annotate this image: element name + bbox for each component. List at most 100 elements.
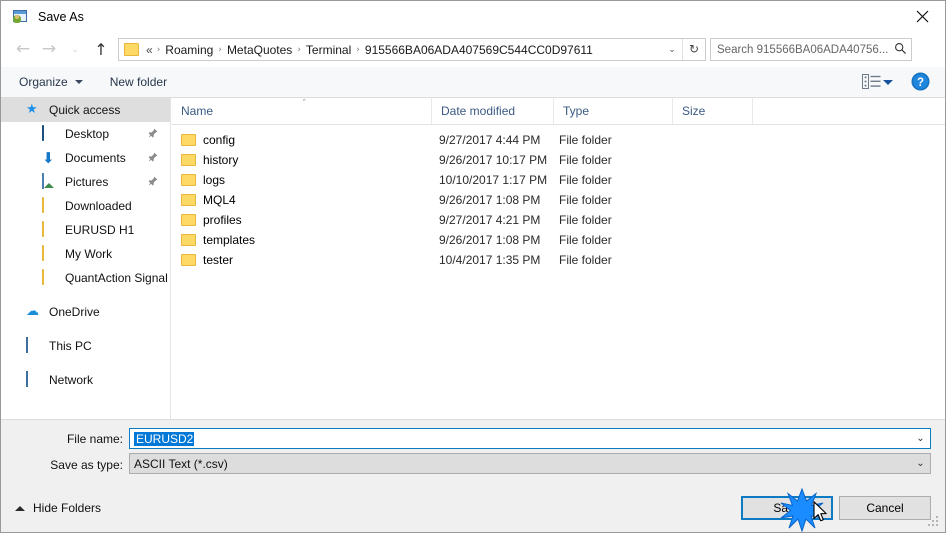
type-cell: File folder <box>559 213 612 227</box>
breadcrumb-item-terminal[interactable]: Terminal <box>303 43 354 57</box>
address-dropdown-icon[interactable]: ⌄ <box>662 45 682 55</box>
view-layout-icon[interactable] <box>862 73 881 92</box>
chevron-down-icon[interactable]: ⌄ <box>911 433 930 444</box>
date-modified-cell: 9/27/2017 4:44 PM <box>439 133 541 147</box>
folder-icon <box>181 194 196 206</box>
sidebar-item-label: My Work <box>65 247 113 261</box>
close-icon[interactable] <box>899 1 945 32</box>
file-name-cell: tester <box>181 253 233 267</box>
sidebar-item-label: OneDrive <box>49 305 100 319</box>
sidebar-item-pictures[interactable]: Pictures <box>1 170 170 194</box>
breadcrumb-separator-icon: › <box>356 44 360 55</box>
folder-icon <box>181 154 196 166</box>
table-row[interactable]: MQL4 9/26/2017 1:08 PM File folder <box>172 190 945 210</box>
table-row[interactable]: tester 10/4/2017 1:35 PM File folder <box>172 250 945 270</box>
breadcrumb-overflow[interactable]: « <box>143 43 155 57</box>
sidebar-item-label: EURUSD H1 <box>65 223 135 237</box>
search-icon[interactable] <box>889 42 911 58</box>
sidebar-item-desktop[interactable]: Desktop <box>1 122 170 146</box>
type-cell: File folder <box>559 153 612 167</box>
cancel-button[interactable]: Cancel <box>839 496 931 520</box>
column-header-spacer <box>752 98 945 124</box>
help-icon[interactable]: ? <box>911 72 930 94</box>
forward-button[interactable]: → <box>36 37 62 63</box>
file-name-label: File name: <box>66 432 123 446</box>
sidebar-item-quick-access[interactable]: ★ Quick access <box>1 98 170 122</box>
back-button[interactable]: ← <box>10 37 36 63</box>
chevron-down-icon[interactable]: ⌄ <box>911 458 930 469</box>
sidebar-item-downloaded[interactable]: Downloaded <box>1 194 170 218</box>
sidebar-item-network[interactable]: Network <box>1 368 170 392</box>
up-arrow-icon: ↑ <box>94 39 108 59</box>
new-folder-button[interactable]: New folder <box>103 71 174 93</box>
folder-icon <box>124 43 139 56</box>
breadcrumb-item-metaquotes[interactable]: MetaQuotes <box>224 43 295 57</box>
type-cell: File folder <box>559 233 612 247</box>
cancel-label: Cancel <box>866 501 904 515</box>
table-row[interactable]: templates 9/26/2017 1:08 PM File folder <box>172 230 945 250</box>
forward-arrow-icon: → <box>41 39 57 59</box>
folder-icon <box>181 134 196 146</box>
organize-button[interactable]: Organize <box>12 71 90 93</box>
breadcrumb-separator-icon: › <box>218 44 222 55</box>
pin-icon[interactable] <box>148 176 158 190</box>
table-row[interactable]: logs 10/10/2017 1:17 PM File folder <box>172 170 945 190</box>
view-dropdown-icon[interactable] <box>883 80 893 85</box>
save-label: Save <box>773 501 801 515</box>
sidebar-item-quantaction-signal[interactable]: QuantAction Signal <box>1 266 170 290</box>
file-name-input[interactable]: EURUSD2 ⌄ <box>129 428 931 449</box>
breadcrumb-item-terminal-id[interactable]: 915566BA06ADA407569C544CC0D97611 <box>362 43 596 57</box>
file-list-header: Name ˄ Date modified Type Size <box>172 98 945 125</box>
date-modified-cell: 10/4/2017 1:35 PM <box>439 253 541 267</box>
sidebar-item-label: Downloaded <box>65 199 132 213</box>
sidebar-item-onedrive[interactable]: ☁ OneDrive <box>1 300 170 324</box>
table-row[interactable]: profiles 9/27/2017 4:21 PM File folder <box>172 210 945 230</box>
sidebar-item-label: This PC <box>49 339 92 353</box>
resize-grip[interactable] <box>928 516 940 528</box>
file-list-pane[interactable]: Name ˄ Date modified Type Size config 9/… <box>172 98 945 419</box>
search-box[interactable] <box>710 38 912 61</box>
sidebar-item-label: Quick access <box>49 103 121 117</box>
file-name-cell: logs <box>181 173 225 187</box>
navigation-sidebar[interactable]: ★ Quick access Desktop ⬇ Documents Pictu… <box>1 98 171 419</box>
save-as-type-select[interactable]: ASCII Text (*.csv) ⌄ <box>129 453 931 474</box>
sidebar-item-this-pc[interactable]: This PC <box>1 334 170 358</box>
sidebar-item-eurusd-h1[interactable]: EURUSD H1 <box>1 218 170 242</box>
save-as-type-value: ASCII Text (*.csv) <box>134 456 228 471</box>
column-header-size[interactable]: Size <box>672 98 752 124</box>
type-cell: File folder <box>559 133 612 147</box>
onedrive-icon: ☁ <box>26 304 39 319</box>
table-row[interactable]: history 9/26/2017 10:17 PM File folder <box>172 150 945 170</box>
type-cell: File folder <box>559 173 612 187</box>
folder-icon <box>42 221 59 238</box>
pictures-icon <box>42 173 59 190</box>
sidebar-item-my-work[interactable]: My Work <box>1 242 170 266</box>
folder-icon <box>181 254 196 266</box>
column-header-type[interactable]: Type <box>553 98 672 124</box>
pin-icon[interactable] <box>148 152 158 166</box>
up-button[interactable]: ↑ <box>88 37 114 63</box>
file-name-cell: history <box>181 153 238 167</box>
breadcrumb-item-roaming[interactable]: Roaming <box>162 43 216 57</box>
refresh-icon[interactable]: ↻ <box>682 39 705 60</box>
table-row[interactable]: config 9/27/2017 4:44 PM File folder <box>172 130 945 150</box>
breadcrumb-separator-icon: › <box>156 44 161 55</box>
sidebar-item-label: Documents <box>65 151 126 165</box>
column-header-date-modified[interactable]: Date modified <box>431 98 553 124</box>
type-cell: File folder <box>559 193 612 207</box>
documents-icon: ⬇ <box>42 149 55 167</box>
address-bar[interactable]: « › Roaming › MetaQuotes › Terminal › 91… <box>118 38 706 61</box>
breadcrumb-separator-icon: › <box>297 44 301 55</box>
hide-folders-button[interactable]: Hide Folders <box>15 501 101 515</box>
date-modified-cell: 9/26/2017 1:08 PM <box>439 233 541 247</box>
search-input[interactable] <box>717 43 889 56</box>
file-name-cell: config <box>181 133 235 147</box>
file-name-cell: MQL4 <box>181 193 236 207</box>
save-button[interactable]: Save <box>741 496 833 520</box>
command-toolbar: Organize New folder ? <box>1 67 945 98</box>
folder-icon <box>42 245 59 262</box>
pin-icon[interactable] <box>148 128 158 142</box>
sidebar-item-documents[interactable]: ⬇ Documents <box>1 146 170 170</box>
this-pc-icon <box>26 337 43 354</box>
recent-locations-button[interactable]: ⌄ <box>62 37 88 63</box>
